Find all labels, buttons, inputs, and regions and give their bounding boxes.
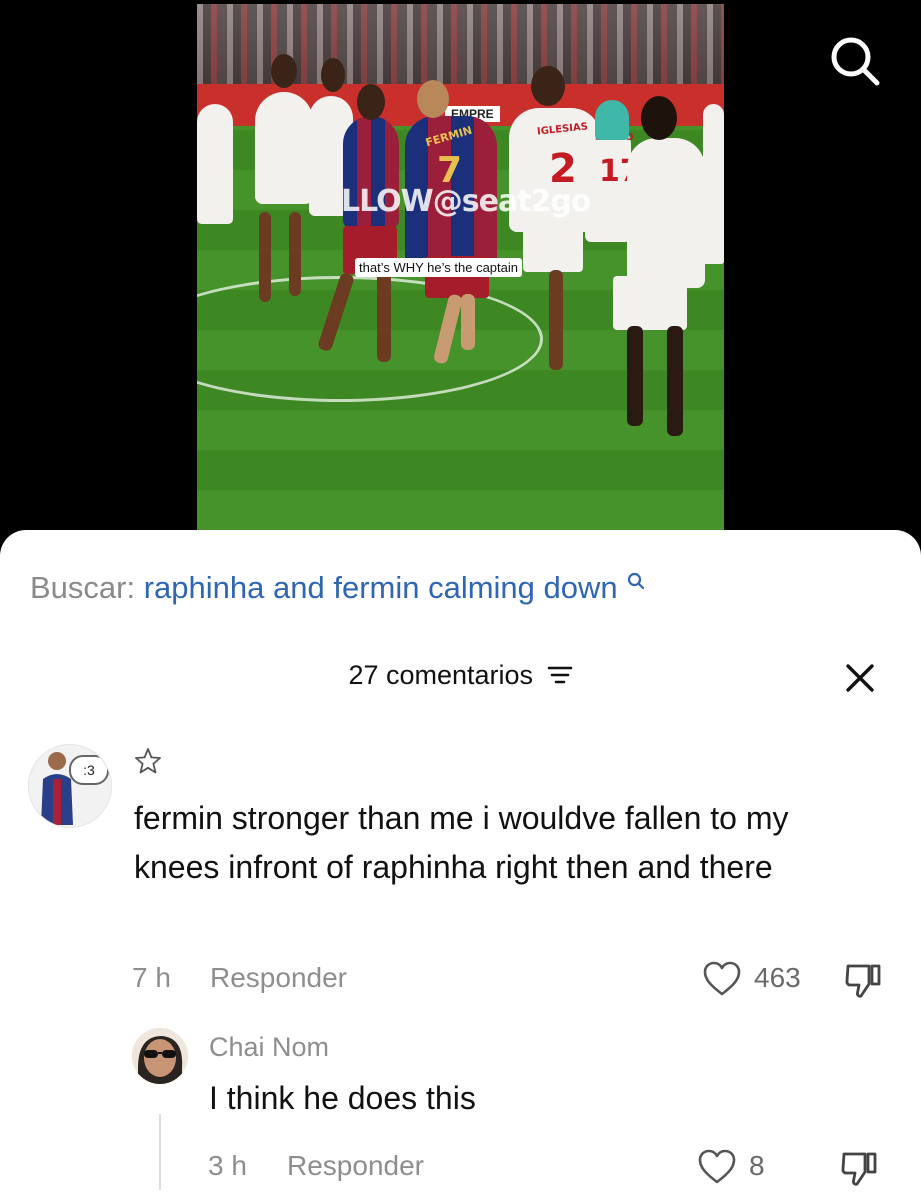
- player-white-edge: [703, 104, 724, 264]
- dislike-button[interactable]: [842, 960, 884, 1007]
- avatar-badge: :3: [69, 755, 109, 785]
- player-leg: [549, 270, 563, 370]
- player-shorts: [523, 228, 583, 272]
- reply-like-count: 8: [749, 1150, 765, 1181]
- player-head: [357, 84, 385, 120]
- comments-sheet: Buscar: raphinha and fermin calming down…: [0, 530, 921, 1200]
- player-leg: [461, 294, 475, 350]
- reply-text: I think he does this: [209, 1080, 476, 1116]
- player-white-1: [197, 104, 233, 224]
- close-icon: [846, 664, 874, 692]
- player-leg: [289, 212, 301, 296]
- star-icon: [135, 748, 161, 774]
- player-white-right: [627, 138, 705, 288]
- like-count: 463: [754, 962, 801, 993]
- player-head: [641, 96, 677, 140]
- video-player[interactable]: EMPRE 7 FERMIN 2 IGLESIAS 17 LLOW@seat2g…: [197, 4, 724, 530]
- comments-header: 27 comentarios: [0, 660, 921, 691]
- heart-icon: [703, 961, 741, 996]
- player-head: [321, 58, 345, 92]
- comments-count: 27 comentarios: [348, 660, 534, 690]
- reply-like-button[interactable]: 8: [697, 1146, 777, 1190]
- search-icon: [831, 37, 880, 86]
- close-button[interactable]: [842, 660, 878, 696]
- search-icon: [628, 572, 645, 590]
- reply-dislike-button[interactable]: [838, 1148, 880, 1195]
- avatar-person: [41, 752, 73, 825]
- watermark: LLOW@seat2go: [341, 184, 592, 219]
- comment-time: 7 h: [132, 962, 171, 993]
- reply-avatar-person: [132, 1028, 188, 1084]
- reply-time: 3 h: [208, 1150, 247, 1181]
- thumbs-down-icon: [845, 964, 881, 998]
- player-teal: [595, 100, 629, 140]
- reply-reply-button[interactable]: Responder: [287, 1150, 424, 1182]
- player-leg: [377, 272, 391, 362]
- player-shorts: [613, 276, 687, 330]
- reply-author[interactable]: Chai Nom: [209, 1032, 329, 1063]
- player-leg: [259, 212, 271, 302]
- thread-line: [159, 1114, 161, 1190]
- search-suggestion-query[interactable]: raphinha and fermin calming down: [144, 570, 618, 605]
- filter-icon[interactable]: [547, 664, 573, 686]
- player-head: [271, 54, 297, 88]
- heart-icon: [698, 1149, 736, 1184]
- search-suggestion[interactable]: Buscar: raphinha and fermin calming down: [30, 570, 645, 606]
- like-button[interactable]: 463: [702, 958, 812, 1002]
- search-suggestion-prefix: Buscar:: [30, 570, 136, 605]
- thumbs-down-icon: [841, 1152, 877, 1186]
- video-area: EMPRE 7 FERMIN 2 IGLESIAS 17 LLOW@seat2g…: [0, 0, 921, 560]
- player-leg: [627, 326, 643, 426]
- avatar[interactable]: :3: [28, 744, 112, 828]
- reply-avatar[interactable]: [132, 1028, 188, 1084]
- center-circle: [197, 276, 543, 402]
- player-head: [531, 66, 565, 106]
- player-leg: [667, 326, 683, 436]
- player-white-2: [255, 92, 313, 204]
- search-button[interactable]: [828, 34, 882, 88]
- comment-text: fermin stronger than me i wouldve fallen…: [134, 800, 789, 885]
- favorite-button[interactable]: [134, 747, 162, 780]
- player-head: [417, 80, 449, 118]
- reply-button[interactable]: Responder: [210, 962, 347, 994]
- video-caption: that’s WHY he’s the captain: [355, 258, 522, 277]
